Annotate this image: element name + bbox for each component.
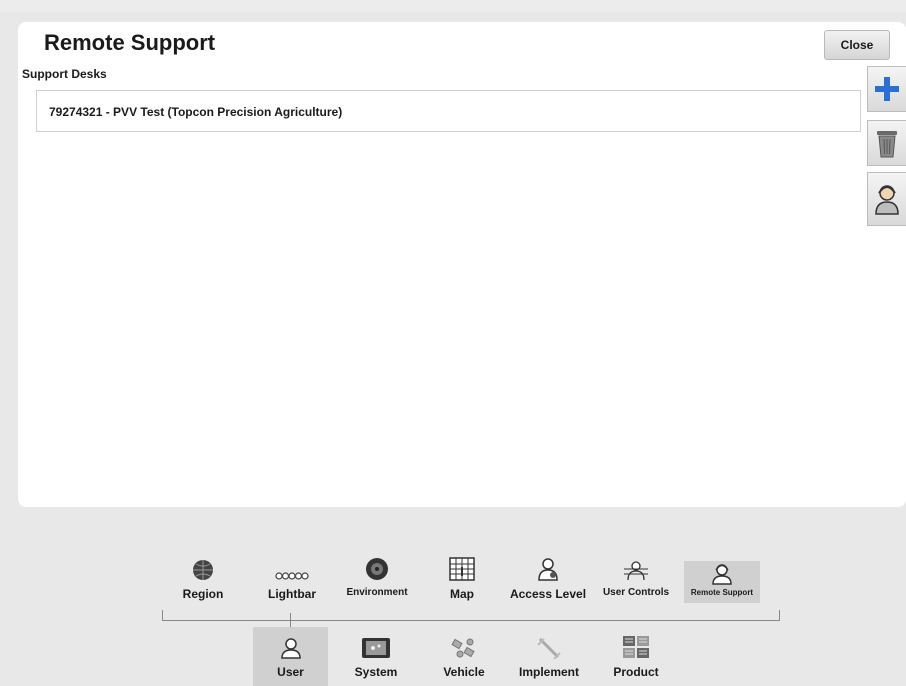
nav-product[interactable]: Product: [606, 635, 666, 679]
map-grid-icon: [449, 557, 475, 581]
vehicle-icon: [451, 635, 477, 659]
speaker-icon: [365, 557, 389, 581]
support-desks-label: Support Desks: [22, 67, 107, 81]
nav-label: System: [354, 665, 398, 679]
page-title: Remote Support: [44, 30, 216, 55]
system-icon: [361, 635, 391, 659]
nav-bracket: [162, 620, 780, 621]
user-icon: [280, 635, 301, 659]
list-item[interactable]: 79274321 - PVV Test (Topcon Precision Ag…: [37, 91, 860, 119]
nav-label: Lightbar: [268, 587, 316, 601]
nav-system[interactable]: System: [344, 635, 408, 679]
product-icon: [622, 635, 650, 659]
nav-region[interactable]: Region: [172, 557, 234, 601]
nav-label: User: [277, 665, 304, 679]
lightbar-icon: [275, 557, 309, 581]
nav-label: Vehicle: [443, 665, 485, 679]
nav-vehicle[interactable]: Vehicle: [434, 635, 494, 679]
nav-implement[interactable]: Implement: [510, 635, 588, 679]
support-person-icon: [875, 185, 899, 215]
trash-icon: [877, 131, 897, 158]
nav-label: Region: [182, 587, 224, 601]
nav-user-controls[interactable]: User Controls: [596, 557, 676, 598]
nav-bracket: [162, 610, 163, 621]
nav-label: Environment: [346, 587, 408, 598]
add-icon: [875, 77, 899, 101]
nav-bracket: [779, 610, 780, 621]
top-bar: [0, 0, 906, 12]
nav-user[interactable]: User: [253, 627, 328, 686]
remote-support-icon: [712, 563, 732, 585]
nav-environment[interactable]: Environment: [338, 557, 416, 598]
nav-map[interactable]: Map: [434, 557, 490, 601]
nav-label: Map: [450, 587, 474, 601]
delete-desk-button[interactable]: [867, 120, 906, 166]
nav-label: User Controls: [602, 587, 670, 598]
connect-support-button[interactable]: [867, 172, 906, 226]
nav-label: Product: [613, 665, 659, 679]
globe-icon: [192, 557, 214, 581]
nav-lightbar[interactable]: Lightbar: [258, 557, 326, 601]
nav-label: Remote Support: [690, 588, 754, 597]
close-button[interactable]: Close: [824, 30, 890, 60]
nav-access-level[interactable]: Access Level: [508, 557, 588, 601]
access-person-icon: [538, 557, 558, 581]
nav-label: Implement: [518, 665, 579, 679]
nav-label: Access Level: [509, 587, 587, 601]
support-desks-list: 79274321 - PVV Test (Topcon Precision Ag…: [36, 90, 861, 132]
user-controls-icon: [623, 557, 649, 581]
settings-navigation: Region Lightbar Environment Map Access L…: [0, 515, 906, 686]
add-desk-button[interactable]: [867, 66, 906, 112]
nav-remote-support[interactable]: Remote Support: [684, 561, 760, 603]
implement-icon: [536, 635, 562, 659]
